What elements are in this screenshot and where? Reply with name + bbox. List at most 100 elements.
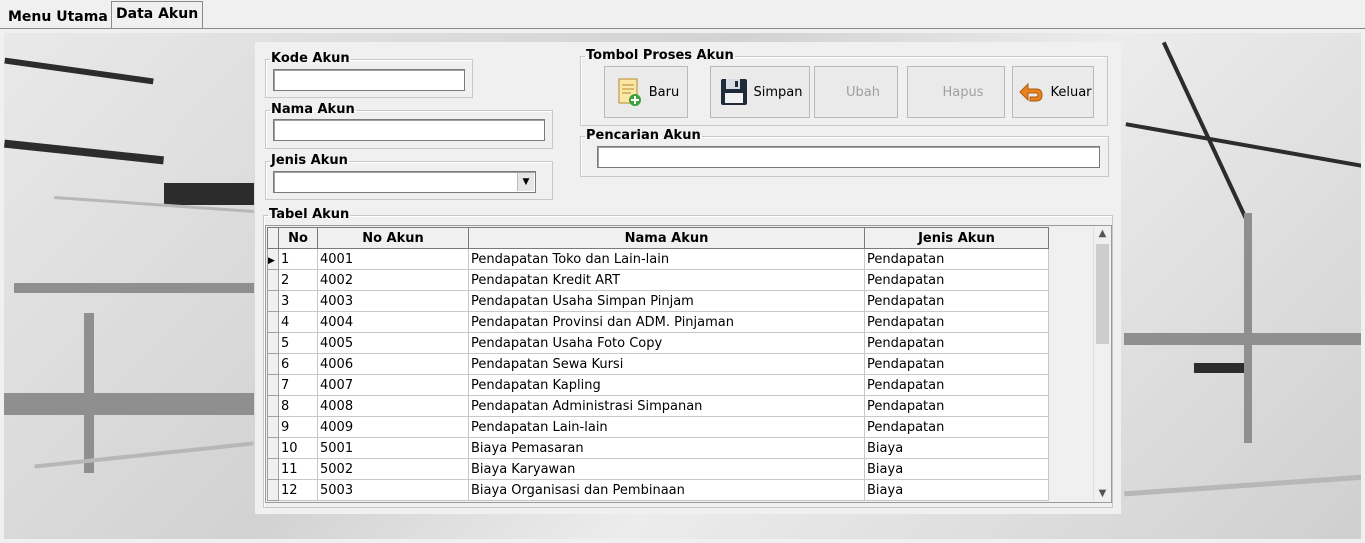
- tab-menu-utama[interactable]: Menu Utama: [4, 5, 112, 29]
- cell-no-akun: 4001: [317, 248, 469, 270]
- column-header-jenis-akun[interactable]: Jenis Akun: [864, 227, 1049, 249]
- cell-jenis-akun: Pendapatan: [864, 290, 1049, 312]
- row-indicator[interactable]: [267, 437, 279, 459]
- vertical-scrollbar[interactable]: ▲ ▼: [1093, 226, 1111, 502]
- table-row[interactable]: 4 4004 Pendapatan Provinsi dan ADM. Pinjam…: [267, 311, 1049, 333]
- cell-no: 5: [278, 332, 318, 354]
- cell-no-akun: 4005: [317, 332, 469, 354]
- jenis-akun-select[interactable]: ▼: [273, 171, 536, 193]
- table-row[interactable]: 2 4002 Pendapatan Kredit ART Pendapatan: [267, 269, 1049, 291]
- row-indicator[interactable]: [267, 311, 279, 333]
- column-header-no[interactable]: No: [278, 227, 318, 249]
- cell-jenis-akun: Biaya: [864, 458, 1049, 480]
- cell-jenis-akun: Pendapatan: [864, 353, 1049, 375]
- row-indicator[interactable]: [267, 353, 279, 375]
- cell-nama-akun: Pendapatan Sewa Kursi: [468, 353, 865, 375]
- cell-nama-akun: Pendapatan Toko dan Lain-lain: [468, 248, 865, 270]
- table-row[interactable]: ▶ 1 4001 Pendapatan Toko dan Lain-lain Penda…: [267, 248, 1049, 270]
- column-header-no-akun[interactable]: No Akun: [317, 227, 469, 249]
- row-indicator[interactable]: [267, 269, 279, 291]
- row-indicator[interactable]: [267, 416, 279, 438]
- floppy-disk-icon: [720, 79, 747, 105]
- keluar-label: Keluar: [1050, 84, 1092, 100]
- cell-nama-akun: Pendapatan Usaha Foto Copy: [468, 332, 865, 354]
- cell-no-akun: 4007: [317, 374, 469, 396]
- cell-no-akun: 4006: [317, 353, 469, 375]
- simpan-label: Simpan: [753, 84, 803, 100]
- column-header-nama-akun[interactable]: Nama Akun: [468, 227, 865, 249]
- cell-no-akun: 5001: [317, 437, 469, 459]
- baru-button[interactable]: Baru: [604, 66, 688, 118]
- cell-jenis-akun: Pendapatan: [864, 416, 1049, 438]
- current-row-indicator-icon[interactable]: ▶: [267, 248, 279, 270]
- new-document-icon: [618, 78, 641, 106]
- cell-no: 6: [278, 353, 318, 375]
- scroll-down-icon[interactable]: ▼: [1094, 486, 1111, 502]
- row-indicator[interactable]: [267, 458, 279, 480]
- cell-no: 9: [278, 416, 318, 438]
- nama-akun-input[interactable]: [273, 119, 545, 141]
- cell-nama-akun: Pendapatan Lain-lain: [468, 416, 865, 438]
- pencarian-input[interactable]: [597, 146, 1100, 168]
- baru-label: Baru: [648, 84, 680, 100]
- cell-no-akun: 4008: [317, 395, 469, 417]
- tab-data-akun[interactable]: Data Akun: [111, 1, 204, 29]
- cell-no-akun: 4003: [317, 290, 469, 312]
- pencarian-label: Pencarian Akun: [586, 128, 701, 143]
- kode-akun-input[interactable]: [273, 69, 465, 91]
- cell-nama-akun: Pendapatan Provinsi dan ADM. Pinjaman: [468, 311, 865, 333]
- exit-arrow-icon: [1019, 82, 1043, 102]
- table-row[interactable]: 7 4007 Pendapatan Kapling Pendapatan: [267, 374, 1049, 396]
- cell-jenis-akun: Biaya: [864, 479, 1049, 501]
- cell-no-akun: 4004: [317, 311, 469, 333]
- table-row[interactable]: 8 4008 Pendapatan Administrasi Simpanan Pen…: [267, 395, 1049, 417]
- simpan-button[interactable]: Simpan: [710, 66, 810, 118]
- table-row[interactable]: 10 5001 Biaya Pemasaran Biaya: [267, 437, 1049, 459]
- cell-no: 10: [278, 437, 318, 459]
- cell-jenis-akun: Pendapatan: [864, 269, 1049, 291]
- cell-no: 1: [278, 248, 318, 270]
- cell-no-akun: 4009: [317, 416, 469, 438]
- cell-jenis-akun: Pendapatan: [864, 332, 1049, 354]
- cell-no: 8: [278, 395, 318, 417]
- row-indicator-header: [267, 227, 279, 249]
- cell-no: 2: [278, 269, 318, 291]
- cell-no-akun: 5002: [317, 458, 469, 480]
- table-row[interactable]: 12 5003 Biaya Organisasi dan Pembinaan Biay…: [267, 479, 1049, 501]
- table-row[interactable]: 6 4006 Pendapatan Sewa Kursi Pendapatan: [267, 353, 1049, 375]
- cell-jenis-akun: Pendapatan: [864, 248, 1049, 270]
- nama-akun-label: Nama Akun: [271, 102, 355, 117]
- hapus-label: Hapus: [942, 84, 984, 100]
- cell-jenis-akun: Pendapatan: [864, 395, 1049, 417]
- hapus-button[interactable]: Hapus: [907, 66, 1005, 118]
- row-indicator[interactable]: [267, 332, 279, 354]
- cell-nama-akun: Pendapatan Kapling: [468, 374, 865, 396]
- row-indicator[interactable]: [267, 290, 279, 312]
- cell-jenis-akun: Pendapatan: [864, 374, 1049, 396]
- cell-nama-akun: Biaya Pemasaran: [468, 437, 865, 459]
- ubah-button[interactable]: Ubah: [814, 66, 898, 118]
- edit-icon: [832, 76, 842, 108]
- akun-data-grid[interactable]: No No Akun Nama Akun Jenis Akun ▶ 1 4001 Pe…: [265, 225, 1112, 503]
- row-indicator[interactable]: [267, 374, 279, 396]
- scrollbar-thumb[interactable]: [1096, 244, 1109, 344]
- table-row[interactable]: 9 4009 Pendapatan Lain-lain Pendapatan: [267, 416, 1049, 438]
- tombol-proses-title: Tombol Proses Akun: [586, 48, 734, 63]
- tab-strip: Menu Utama Data Akun: [0, 0, 1365, 30]
- cell-no: 3: [278, 290, 318, 312]
- ubah-label: Ubah: [846, 84, 880, 100]
- scroll-up-icon[interactable]: ▲: [1094, 226, 1111, 242]
- row-indicator[interactable]: [267, 395, 279, 417]
- table-row[interactable]: 5 4005 Pendapatan Usaha Foto Copy Pendapata…: [267, 332, 1049, 354]
- row-indicator[interactable]: [267, 479, 279, 501]
- jenis-akun-label: Jenis Akun: [271, 153, 348, 168]
- cell-nama-akun: Biaya Organisasi dan Pembinaan: [468, 479, 865, 501]
- table-row[interactable]: 11 5002 Biaya Karyawan Biaya: [267, 458, 1049, 480]
- tabel-akun-title: Tabel Akun: [269, 207, 350, 222]
- table-header-row: No No Akun Nama Akun Jenis Akun: [267, 227, 1049, 249]
- keluar-button[interactable]: Keluar: [1012, 66, 1094, 118]
- table-row[interactable]: 3 4003 Pendapatan Usaha Simpan Pinjam Penda…: [267, 290, 1049, 312]
- cell-no: 4: [278, 311, 318, 333]
- chevron-down-icon[interactable]: ▼: [517, 173, 534, 191]
- cell-no: 7: [278, 374, 318, 396]
